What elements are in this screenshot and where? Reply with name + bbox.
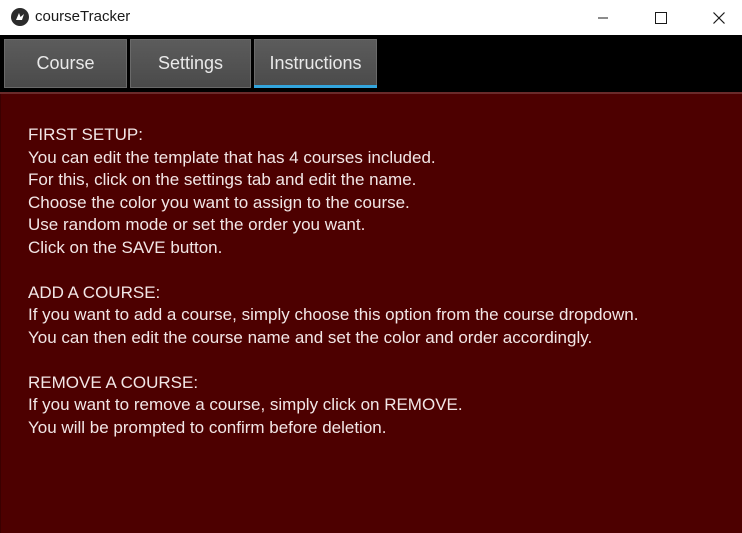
close-button[interactable] [696, 0, 742, 35]
window-title: courseTracker [35, 8, 131, 25]
maximize-icon [655, 11, 667, 24]
minimize-button[interactable] [580, 0, 626, 35]
app-window: courseTracker Course Settings Instructio… [0, 0, 742, 533]
minimize-icon [598, 17, 608, 18]
maximize-button[interactable] [638, 0, 684, 35]
kivy-logo-icon [11, 8, 29, 26]
tab-instructions[interactable]: Instructions [254, 39, 377, 88]
instructions-panel: FIRST SETUP: You can edit the template t… [0, 92, 742, 533]
title-bar[interactable]: courseTracker [0, 0, 742, 35]
tab-strip: Course Settings Instructions [0, 35, 742, 92]
instructions-text: FIRST SETUP: You can edit the template t… [28, 125, 639, 437]
close-icon [713, 11, 725, 24]
tab-course[interactable]: Course [4, 39, 127, 88]
tab-settings[interactable]: Settings [130, 39, 251, 88]
